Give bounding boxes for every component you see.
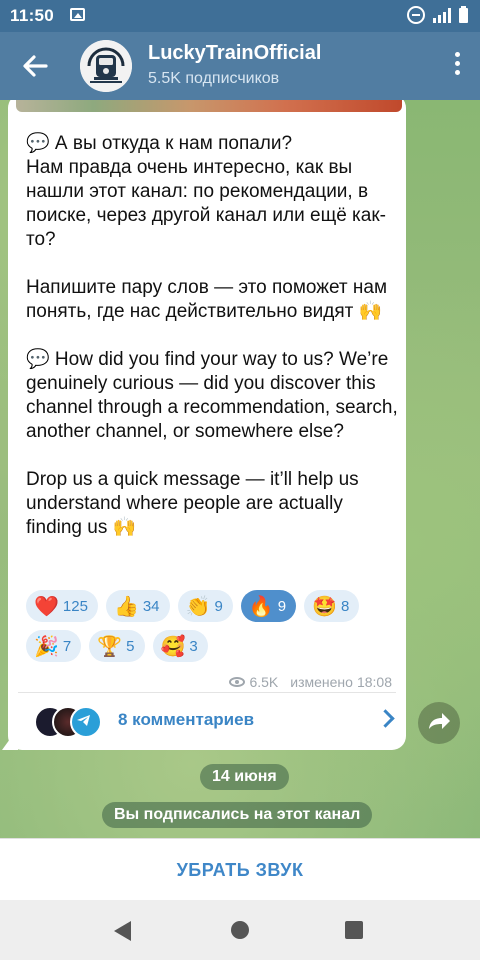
status-time: 11:50 <box>10 6 55 25</box>
channel-avatar[interactable] <box>80 40 132 92</box>
dot-icon <box>454 61 460 66</box>
subscribed-notice: Вы подписались на этот канал <box>102 802 373 828</box>
post-text: 💬 А вы откуда к нам попали? Нам правда о… <box>26 133 398 538</box>
fire-icon: 🔥 <box>248 594 274 618</box>
star-struck-icon: 🤩 <box>312 594 337 618</box>
nav-back-icon[interactable] <box>114 921 131 941</box>
eye-icon <box>229 677 246 687</box>
reaction-party[interactable]: 🎉 7 <box>26 630 82 662</box>
reaction-clap[interactable]: 👏 9 <box>177 590 233 622</box>
reaction-count: 5 <box>126 637 135 655</box>
do-not-disturb-icon <box>407 6 425 24</box>
nav-home-icon[interactable] <box>231 921 249 939</box>
edited-label: изменено <box>290 674 353 690</box>
reaction-count: 8 <box>340 597 350 615</box>
reaction-count: 9 <box>277 597 287 615</box>
reaction-heart[interactable]: ❤️ 125 <box>26 590 98 622</box>
nav-recent-apps-icon[interactable] <box>345 921 363 939</box>
reaction-star-struck[interactable]: 🤩 8 <box>304 590 360 622</box>
share-arrow-icon <box>429 713 450 729</box>
reaction-count: 9 <box>214 597 223 615</box>
signal-icon <box>433 7 451 23</box>
comments-divider <box>18 692 396 693</box>
reaction-count: 7 <box>62 637 72 655</box>
reaction-trophy[interactable]: 🏆 5 <box>89 630 145 662</box>
reactions-row: 🎉 7 🏆 5 🥰 3 <box>26 630 406 662</box>
channel-title[interactable]: LuckyTrainOfficial <box>148 42 321 65</box>
reactions-row: ❤️ 125 👍 34 👏 9 🔥 9 🤩 8 <box>26 590 406 622</box>
telegram-icon <box>77 715 90 726</box>
date-separator: 14 июня <box>200 764 289 790</box>
subscriber-count: 5.5K подписчиков <box>148 70 280 87</box>
chevron-right-icon <box>376 709 395 728</box>
reaction-count: 3 <box>189 637 198 655</box>
status-bar: 11:50 <box>0 0 480 32</box>
status-icons <box>407 5 468 24</box>
mute-bar: УБРАТЬ ЗВУК <box>0 838 480 901</box>
post-media-image[interactable] <box>16 100 402 112</box>
system-navigation-bar <box>0 900 480 960</box>
commenter-avatars <box>18 704 102 738</box>
battery-icon <box>459 5 468 23</box>
party-popper-icon: 🎉 <box>34 634 59 658</box>
more-menu-button[interactable] <box>452 52 462 80</box>
reaction-count: 34 <box>142 597 160 615</box>
dot-icon <box>454 70 460 75</box>
trophy-icon: 🏆 <box>97 634 123 658</box>
share-button[interactable] <box>418 702 460 744</box>
post-time: 18:08 <box>356 674 392 690</box>
reaction-fire[interactable]: 🔥 9 <box>240 590 297 622</box>
image-notification-icon <box>70 8 85 21</box>
reaction-thumbs-up[interactable]: 👍 34 <box>105 590 170 622</box>
dot-icon <box>454 52 460 57</box>
chat-area[interactable]: 💬 А вы откуда к нам попали? Нам правда о… <box>0 100 480 838</box>
view-count: 6.5K <box>249 674 279 690</box>
clap-icon: 👏 <box>185 594 211 618</box>
heart-icon: ❤️ <box>34 594 59 618</box>
reactions: ❤️ 125 👍 34 👏 9 🔥 9 🤩 8 🎉 7 🏆 5 🥰 3 <box>26 590 406 670</box>
reaction-smiling-hearts[interactable]: 🥰 3 <box>152 630 208 662</box>
reaction-count: 125 <box>62 597 88 615</box>
post-bubble[interactable]: 💬 А вы откуда к нам попали? Нам правда о… <box>8 100 406 750</box>
back-button[interactable] <box>18 50 52 82</box>
train-logo-icon <box>80 40 132 92</box>
smiling-hearts-icon: 🥰 <box>160 634 186 658</box>
thumbs-up-icon: 👍 <box>113 594 139 618</box>
arrow-left-icon <box>23 55 48 77</box>
comments-label: 8 комментариев <box>118 710 255 729</box>
mute-button[interactable]: УБРАТЬ ЗВУК <box>177 860 304 881</box>
comments-button[interactable]: 8 комментариев <box>18 698 398 742</box>
chat-header: LuckyTrainOfficial 5.5K подписчиков <box>0 32 480 100</box>
post-meta: 6.5K изменено 18:08 <box>229 674 392 690</box>
avatar <box>70 706 102 738</box>
